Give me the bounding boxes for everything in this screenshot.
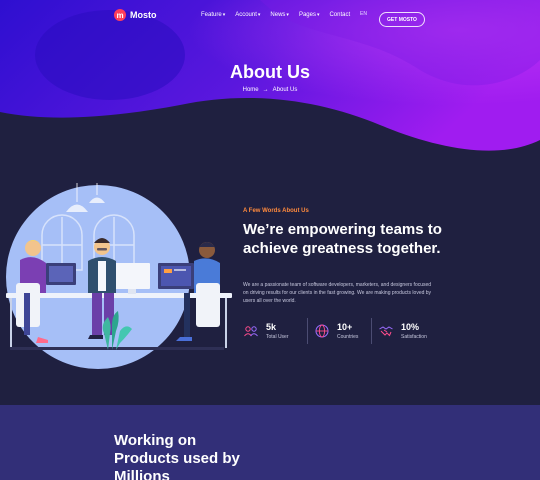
get-mosto-button[interactable]: GET MOSTO <box>379 12 425 27</box>
hero-banner: m Mosto Feature ▾ Account ▾ News ▾ Pages ▾ C… <box>0 0 540 160</box>
menu-item-label: Pages <box>298 12 316 18</box>
menu-item-label: Contact <box>329 12 351 18</box>
products-section-title: Working on Products used by Millions <box>114 432 240 480</box>
stat-value: 5k <box>266 322 277 332</box>
logo-icon: m <box>114 9 126 21</box>
stat-value: 10+ <box>337 322 353 332</box>
chevron-down-icon: ▾ <box>286 12 289 18</box>
menu-item-label: Feature <box>201 12 222 18</box>
stat-total-users: 5k Total User <box>243 318 307 344</box>
page-title: About Us <box>230 62 310 82</box>
products-section: Working on Products used by Millions <box>0 405 540 480</box>
menu-item-label: Account <box>235 12 257 18</box>
stat-value: 10% <box>401 322 420 332</box>
language-selector[interactable]: EN <box>360 11 367 17</box>
stat-label: Total User <box>266 334 289 340</box>
handshake-icon <box>379 326 393 337</box>
menu-item-account[interactable]: Account ▾ <box>235 12 260 18</box>
chevron-down-icon: ▾ <box>316 12 320 18</box>
stat-satisfaction: 10% Satisfaction <box>371 318 435 344</box>
users-icon <box>244 326 258 337</box>
logo-text: Mosto <box>130 10 157 20</box>
main-menu: Feature ▾ Account ▾ News ▾ Pages ▾ Contact <box>201 12 350 18</box>
stat-countries: 10+ Countries <box>307 318 371 344</box>
menu-item-contact[interactable]: Contact <box>329 12 350 18</box>
stat-label: Countries <box>337 334 359 340</box>
top-navigation: m Mosto Feature ▾ Account ▾ News ▾ Pages ▾ C… <box>0 6 540 27</box>
menu-item-label: News <box>270 12 286 18</box>
section-eyebrow: A Few Words About Us <box>243 208 309 214</box>
stat-label: Satisfaction <box>401 334 427 340</box>
breadcrumb-home[interactable]: Home <box>243 87 259 93</box>
section-headline: We’re empowering teams to achieve greatn… <box>243 221 442 257</box>
menu-item-feature[interactable]: Feature ▾ <box>201 12 225 18</box>
team-illustration <box>6 183 232 369</box>
globe-icon <box>315 324 329 338</box>
breadcrumb-current: About Us <box>272 87 298 93</box>
chevron-down-icon: ▾ <box>222 12 226 18</box>
stats-row: 5k Total User 10+ Countries 10% Satisfac… <box>243 318 443 344</box>
section-description: We are a passionate team of software dev… <box>243 282 432 304</box>
breadcrumb: Home → About Us <box>0 87 540 93</box>
logo[interactable]: m Mosto <box>114 9 157 21</box>
menu-item-pages[interactable]: Pages ▾ <box>299 12 320 18</box>
breadcrumb-separator: → <box>262 87 269 93</box>
menu-item-news[interactable]: News ▾ <box>270 12 289 18</box>
chevron-down-icon: ▾ <box>257 12 261 18</box>
